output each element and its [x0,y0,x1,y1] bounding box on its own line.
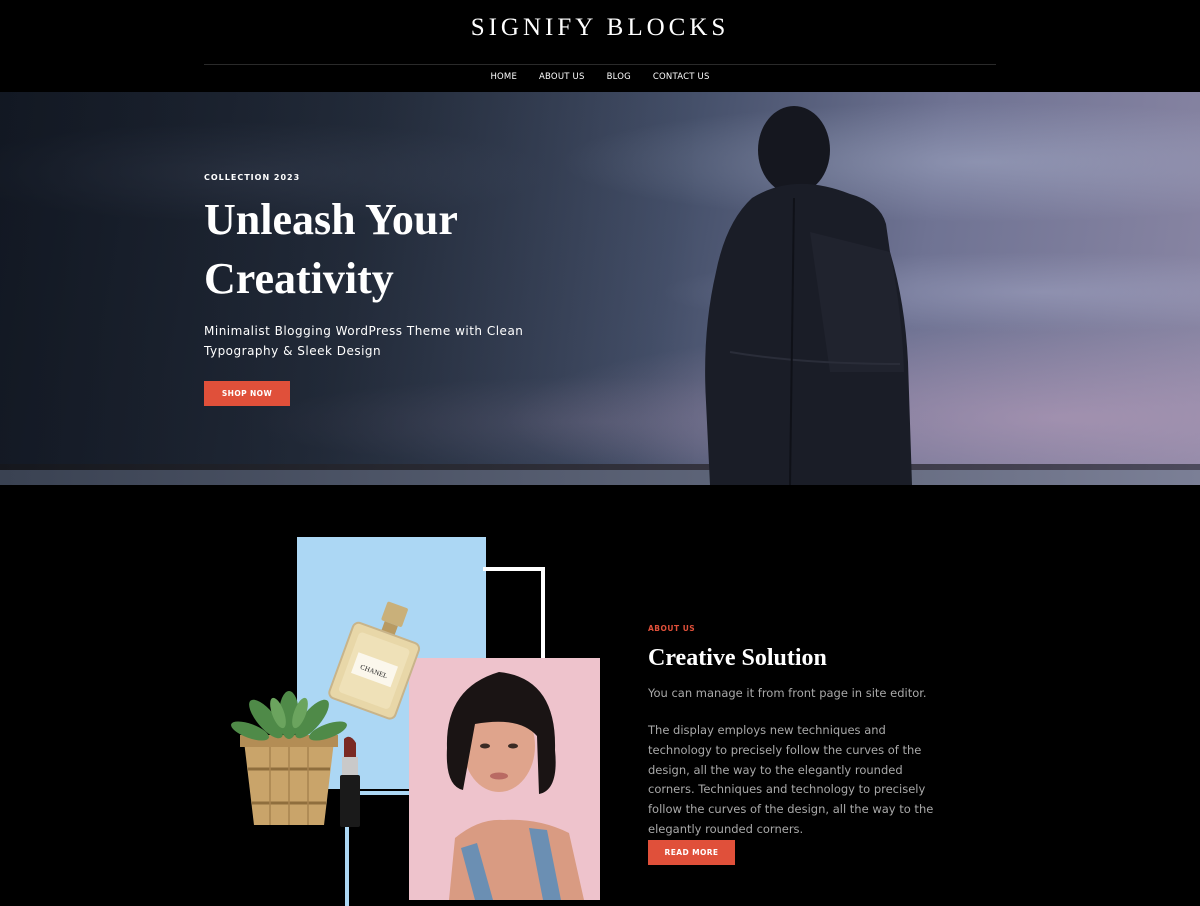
woman-portrait-illustration [446,672,584,900]
hero-water [0,470,1200,485]
site-title[interactable]: SIGNIFY BLOCKS [0,14,1200,42]
about-section: CHANEL ABOUT US Creative Solution You ca… [0,485,1200,906]
collage-white-frame [483,567,545,662]
potted-plant-image [231,691,347,825]
nav-item-contact-us[interactable]: CONTACT US [653,72,710,82]
hero-eyebrow: COLLECTION 2023 [204,173,301,182]
nav-item-about-us[interactable]: ABOUT US [539,72,585,82]
lipstick-image [340,736,360,827]
woman-portrait-image [409,658,600,900]
hero-heading: Unleash Your Creativity [204,195,458,303]
man-silhouette-image [705,106,912,485]
hero-banner: COLLECTION 2023 Unleash Your Creativity … [0,92,1200,485]
nav-item-home[interactable]: HOME [490,72,517,82]
site-header: SIGNIFY BLOCKS HOME ABOUT US BLOG CONTAC… [0,0,1200,92]
about-eyebrow: ABOUT US [648,624,696,633]
hero-subtitle: Minimalist Blogging WordPress Theme with… [204,324,524,358]
read-more-button[interactable]: READ MORE [648,840,735,865]
main-nav: HOME ABOUT US BLOG CONTACT US [0,72,1200,82]
about-intro: You can manage it from front page in sit… [648,686,927,700]
about-title: Creative Solution [648,645,827,671]
header-divider [204,64,996,65]
shop-now-button[interactable]: SHOP NOW [204,381,290,406]
nav-item-blog[interactable]: BLOG [607,72,631,82]
about-body: The display employs new techniques and t… [648,723,934,836]
